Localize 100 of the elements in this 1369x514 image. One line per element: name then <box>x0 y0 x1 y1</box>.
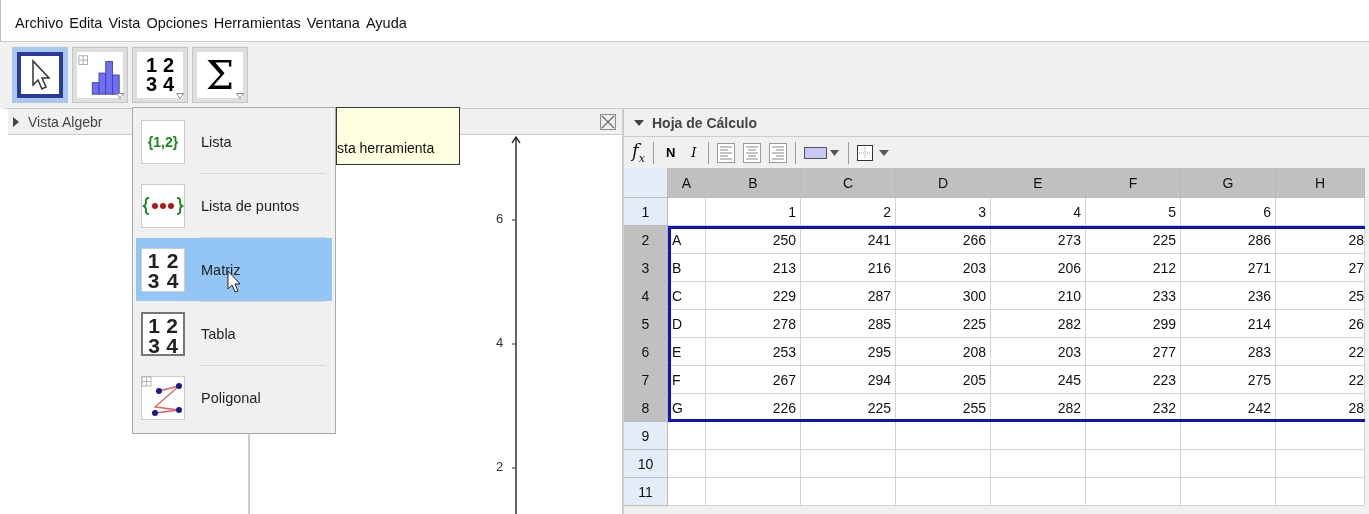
table-cell: G <box>668 394 706 422</box>
menu-option[interactable]: {1,2} Lista <box>136 110 332 173</box>
table-cell: 26 <box>1276 310 1365 338</box>
table-cell: 205 <box>896 366 991 394</box>
table-cell: 4 <box>991 198 1086 226</box>
table-cell: 225 <box>1086 226 1181 254</box>
row-header[interactable]: 2 <box>624 226 668 254</box>
row-header[interactable]: 10 <box>624 450 668 478</box>
table-cell: 282 <box>991 394 1086 422</box>
table-cell: 273 <box>991 226 1086 254</box>
menu-option[interactable]: 1 2 3 4 Tabla <box>136 302 332 365</box>
table-cell: 27 <box>1276 254 1365 282</box>
table-cell: 6 <box>1181 198 1276 226</box>
table-cell: 25 <box>1276 282 1365 310</box>
tool-button[interactable] <box>12 47 68 103</box>
column-header[interactable]: D <box>896 168 991 198</box>
table-cell: 225 <box>896 310 991 338</box>
row-header[interactable]: 8 <box>624 394 668 422</box>
border-icon[interactable] <box>857 144 892 161</box>
row-header[interactable]: 6 <box>624 338 668 366</box>
table-cell <box>668 450 706 478</box>
column-header[interactable]: C <box>801 168 896 198</box>
table-cell: 28 <box>1276 394 1365 422</box>
tool-button[interactable] <box>72 47 128 103</box>
tool-button[interactable]: Σ <box>192 47 248 103</box>
row-header[interactable]: 9 <box>624 422 668 450</box>
close-button[interactable] <box>600 113 616 130</box>
bar-chart-icon <box>77 53 123 97</box>
row-header[interactable]: 1 <box>624 198 668 226</box>
table-cell: D <box>668 310 706 338</box>
column-header[interactable]: E <box>991 168 1086 198</box>
row-header[interactable]: 11 <box>624 478 668 506</box>
table-cell: 233 <box>1086 282 1181 310</box>
menu-item[interactable]: Vista <box>108 14 141 31</box>
sum-icon: Σ <box>205 55 235 95</box>
table-cell: 236 <box>1181 282 1276 310</box>
table-cell: 266 <box>896 226 991 254</box>
italic-button[interactable]: I <box>687 145 701 160</box>
row-header[interactable]: 5 <box>624 310 668 338</box>
table-cell: 216 <box>801 254 896 282</box>
table-cell: 223 <box>1086 366 1181 394</box>
table-cell: 203 <box>991 338 1086 366</box>
menu-option[interactable]: Lista de puntos <box>136 174 332 237</box>
table-cell: E <box>668 338 706 366</box>
table-cell: C <box>668 282 706 310</box>
align-icon[interactable] <box>743 142 762 163</box>
table-cell: 203 <box>896 254 991 282</box>
table-cell: 286 <box>1181 226 1276 254</box>
column-header[interactable]: A <box>668 168 706 198</box>
menu-item[interactable]: Opciones <box>146 14 208 31</box>
table-cell: 250 <box>706 226 801 254</box>
expand-icon[interactable] <box>12 116 20 127</box>
menu-item[interactable]: Ayuda <box>365 14 407 31</box>
table-icon: 1 2 3 4 <box>141 311 185 356</box>
fill-color-icon[interactable] <box>804 145 841 160</box>
column-header[interactable]: H <box>1276 168 1365 198</box>
menu-item[interactable]: Archivo <box>15 14 64 31</box>
table-cell: B <box>668 254 706 282</box>
table-cell: 208 <box>896 338 991 366</box>
matrix-icon: 1 2 3 4 <box>145 56 175 94</box>
tool-button[interactable]: 1 2 3 4 <box>132 47 188 103</box>
table-cell: 213 <box>706 254 801 282</box>
table-cell: 232 <box>1086 394 1181 422</box>
panel-title: Vista Algebr <box>28 113 103 130</box>
menu-item[interactable]: Edita <box>69 14 103 31</box>
table-cell: 241 <box>801 226 896 254</box>
table-cell: 283 <box>1181 338 1276 366</box>
menu-item[interactable]: Ventana <box>306 14 360 31</box>
table-cell <box>668 478 706 506</box>
table-cell: 285 <box>801 310 896 338</box>
table-cell: 212 <box>1086 254 1181 282</box>
column-header[interactable]: F <box>1086 168 1181 198</box>
column-header[interactable]: G <box>1181 168 1276 198</box>
table-cell: 282 <box>991 310 1086 338</box>
table-cell: 255 <box>896 394 991 422</box>
menu-item[interactable]: Herramientas <box>213 14 301 31</box>
menu-option[interactable]: 1 2 3 4 Matriz <box>136 238 332 301</box>
row-header[interactable]: 4 <box>624 282 668 310</box>
column-header[interactable]: B <box>706 168 801 198</box>
table-cell: 22 <box>1276 366 1365 394</box>
table-cell: 271 <box>1181 254 1276 282</box>
collapse-icon[interactable] <box>634 118 644 127</box>
table-cell: 1 <box>706 198 801 226</box>
bold-button[interactable]: N <box>661 145 680 160</box>
table-cell <box>668 198 706 226</box>
axis-label: 2 <box>496 459 504 474</box>
align-icon[interactable] <box>717 142 736 163</box>
table-cell: 287 <box>801 282 896 310</box>
table-cell: 294 <box>801 366 896 394</box>
table-cell: 226 <box>706 394 801 422</box>
menu-option[interactable]: Poligonal <box>136 366 332 429</box>
row-header[interactable]: 3 <box>624 254 668 282</box>
table-cell: 278 <box>706 310 801 338</box>
row-header[interactable]: 7 <box>624 366 668 394</box>
table-cell: 267 <box>706 366 801 394</box>
table-cell: 210 <box>991 282 1086 310</box>
formula-button[interactable]: f$_{x}$ <box>632 140 645 165</box>
align-icon[interactable] <box>769 142 788 163</box>
table-cell: 225 <box>801 394 896 422</box>
table-cell: 242 <box>1181 394 1276 422</box>
